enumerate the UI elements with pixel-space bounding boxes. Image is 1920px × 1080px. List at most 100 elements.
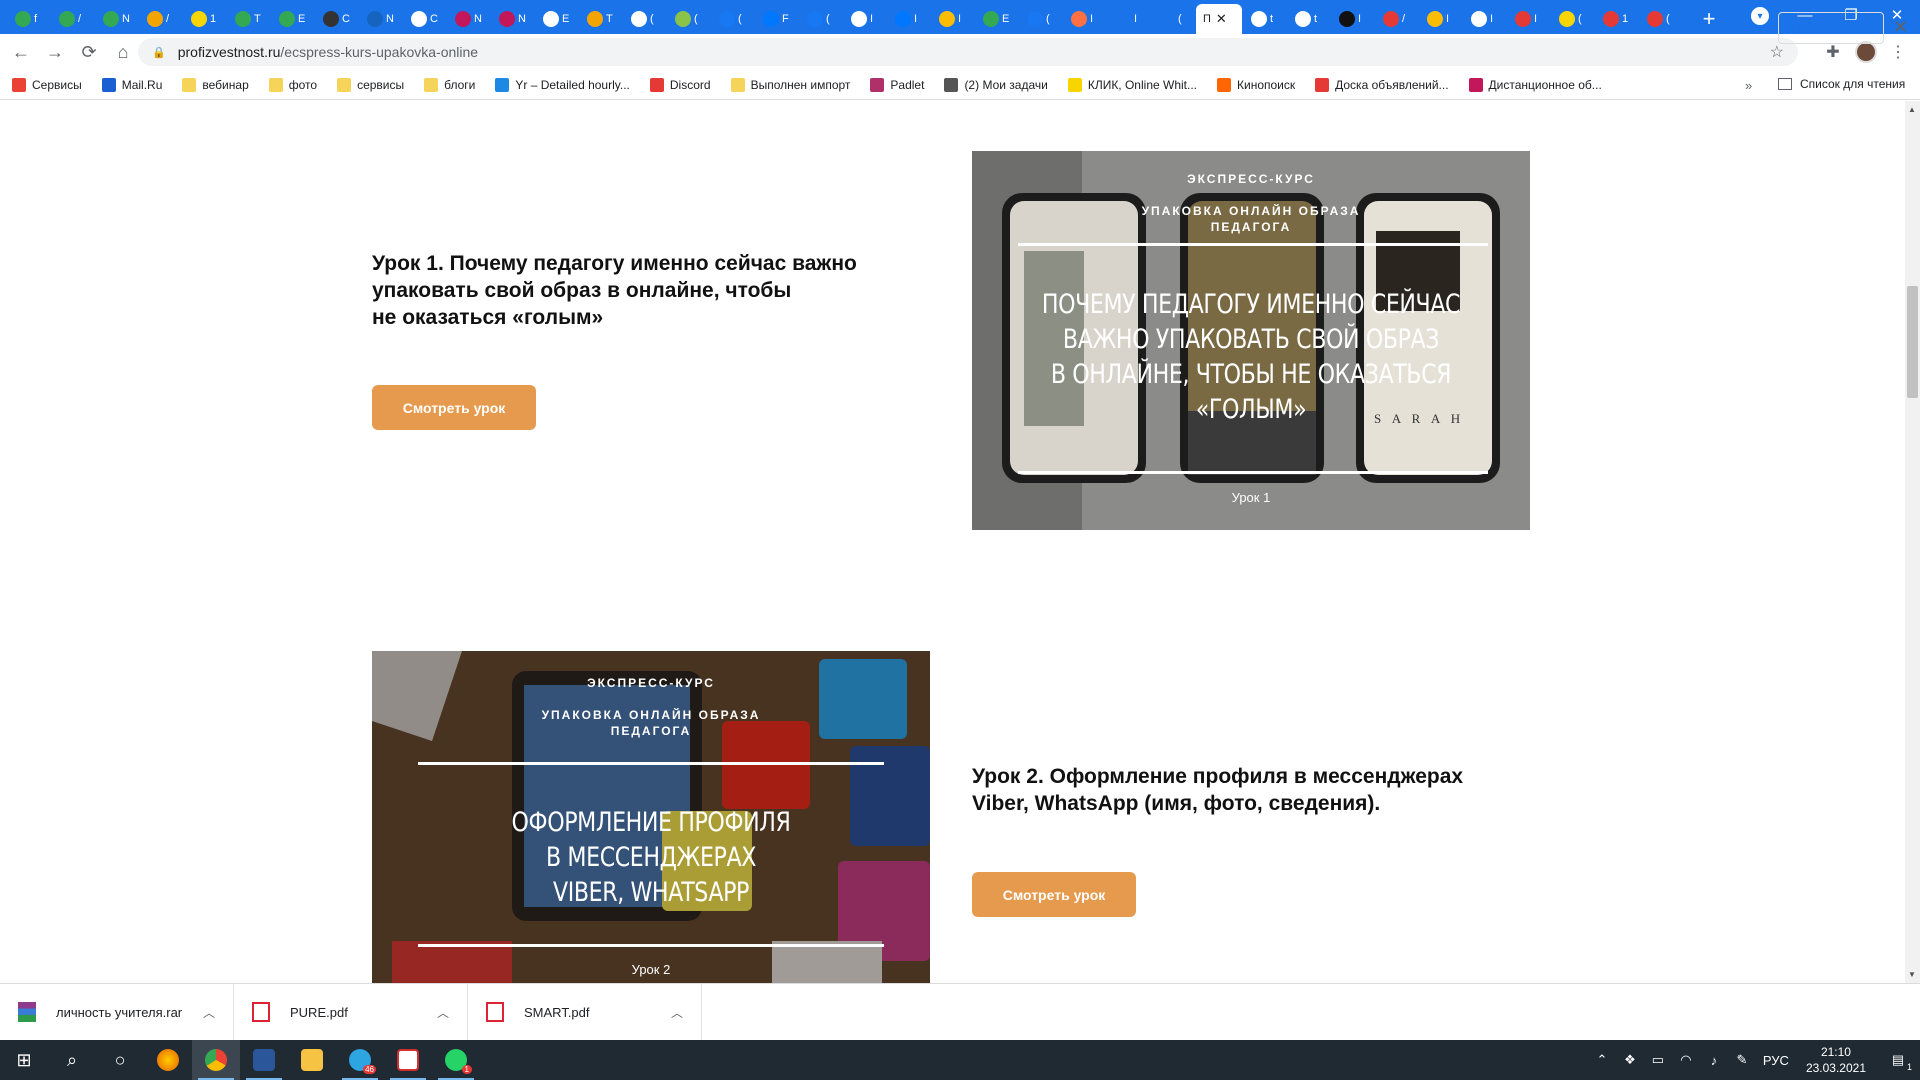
browser-tab[interactable]: C — [404, 4, 446, 34]
reading-list-button[interactable]: Список для чтения — [1778, 77, 1905, 91]
whatsapp-icon[interactable]: 1 — [432, 1040, 480, 1080]
browser-tab[interactable]: I — [1108, 4, 1150, 34]
bookmark-item[interactable]: (2) Мои задачи — [944, 77, 1048, 92]
download-item[interactable]: SMART.pdf ︿ — [468, 983, 702, 1041]
browser-tab[interactable]: T — [228, 4, 270, 34]
browser-tab[interactable]: ( — [668, 4, 710, 34]
extensions-puzzle-icon[interactable]: ✚ — [1823, 42, 1843, 62]
browser-tab[interactable]: E — [272, 4, 314, 34]
bookmark-item[interactable]: сервисы — [337, 77, 404, 92]
chrome-icon[interactable] — [192, 1040, 240, 1080]
browser-tab[interactable]: ( — [624, 4, 666, 34]
browser-tab[interactable]: ( — [1640, 4, 1682, 34]
browser-tab[interactable]: / — [140, 4, 182, 34]
browser-tab[interactable]: N — [96, 4, 138, 34]
close-tab-icon[interactable]: ✕ — [1216, 11, 1227, 27]
browser-tab[interactable]: I — [1464, 4, 1506, 34]
language-indicator[interactable]: РУС — [1756, 1053, 1796, 1068]
scroll-up-arrow-icon[interactable]: ▲ — [1908, 105, 1916, 114]
download-item[interactable]: личность учителя.rar ︿ — [0, 983, 234, 1041]
browser-tab-active[interactable]: П ✕ — [1196, 4, 1242, 34]
browser-tab[interactable]: ( — [1020, 4, 1062, 34]
browser-tab[interactable]: N — [360, 4, 402, 34]
home-button[interactable]: ⌂ — [106, 35, 140, 69]
lock-icon[interactable]: 🔒 — [152, 46, 166, 59]
telegram-icon[interactable]: 46 — [336, 1040, 384, 1080]
browser-tab[interactable]: I — [1064, 4, 1106, 34]
chevron-up-icon[interactable]: ⌃ — [1588, 1052, 1616, 1068]
browser-tab[interactable]: ( — [800, 4, 842, 34]
browser-tab[interactable]: t — [1244, 4, 1286, 34]
clock[interactable]: 21:10 23.03.2021 — [1806, 1044, 1866, 1076]
bookmark-item[interactable]: Сервисы — [12, 77, 82, 92]
browser-tab[interactable]: N — [492, 4, 534, 34]
windows-start-icon[interactable]: ⊞ — [0, 1040, 48, 1080]
browser-tab[interactable]: I — [932, 4, 974, 34]
browser-tab[interactable]: t — [1288, 4, 1330, 34]
browser-tab[interactable]: ( — [712, 4, 754, 34]
address-bar[interactable]: 🔒 profizvestnost.ru/ecspress-kurs-upakov… — [138, 38, 1798, 66]
acrobat-icon[interactable] — [384, 1040, 432, 1080]
browser-tab[interactable]: ( — [1552, 4, 1594, 34]
show-all-downloads-button[interactable]: Показать все — [1778, 12, 1884, 44]
back-button[interactable]: ← — [4, 35, 38, 69]
browser-tab[interactable]: N — [448, 4, 490, 34]
lesson-2-thumbnail[interactable]: ЭКСПРЕСС-КУРС УПАКОВКА ОНЛАЙН ОБРАЗА ПЕД… — [372, 651, 930, 983]
chevron-up-icon[interactable]: ︿ — [437, 1004, 449, 1021]
dropbox-icon[interactable]: ❖ — [1616, 1052, 1644, 1068]
bookmark-item[interactable]: Выполнен импорт — [730, 77, 850, 92]
tab-search-icon[interactable]: ▾ — [1751, 7, 1769, 25]
bookmark-item[interactable]: Дистанционное об... — [1468, 77, 1602, 92]
file-explorer-icon[interactable] — [288, 1040, 336, 1080]
bookmark-item[interactable]: Mail.Ru — [101, 77, 162, 92]
browser-tab[interactable]: 1 — [184, 4, 226, 34]
bookmark-item[interactable]: фото — [268, 77, 317, 92]
browser-tab[interactable]: C — [316, 4, 358, 34]
chevron-up-icon[interactable]: ︿ — [671, 1004, 683, 1021]
browser-tab[interactable]: E — [536, 4, 578, 34]
notifications-icon[interactable]: ▤ 1 — [1876, 1052, 1920, 1072]
lesson-1-watch-button[interactable]: Смотреть урок — [372, 385, 536, 430]
browser-tab[interactable]: / — [1376, 4, 1418, 34]
browser-tab[interactable]: ( — [1152, 4, 1194, 34]
wifi-icon[interactable]: ◠ — [1672, 1052, 1700, 1068]
firefox-icon[interactable] — [144, 1040, 192, 1080]
browser-tab[interactable]: I — [888, 4, 930, 34]
bookmark-item[interactable]: блоги — [424, 77, 475, 92]
browser-tab[interactable]: f — [8, 4, 50, 34]
browser-tab[interactable]: T — [580, 4, 622, 34]
browser-tab[interactable]: I — [1508, 4, 1550, 34]
search-icon[interactable]: ⌕ — [48, 1040, 96, 1080]
forward-button[interactable]: → — [38, 35, 72, 69]
bookmark-star-icon[interactable]: ☆ — [1770, 42, 1784, 62]
browser-tab[interactable]: I — [1332, 4, 1374, 34]
bookmark-item[interactable]: Yr – Detailed hourly... — [495, 77, 630, 92]
bookmark-item[interactable]: Discord — [649, 77, 711, 92]
pen-icon[interactable]: ✎ — [1728, 1052, 1756, 1068]
profile-avatar[interactable] — [1855, 41, 1877, 63]
word-icon[interactable] — [240, 1040, 288, 1080]
scrollbar-thumb[interactable] — [1907, 286, 1918, 398]
browser-tab[interactable]: F — [756, 4, 798, 34]
browser-tab[interactable]: I — [1420, 4, 1462, 34]
menu-kebab-icon[interactable]: ⋮ — [1888, 42, 1908, 62]
chevron-up-icon[interactable]: ︿ — [203, 1004, 215, 1021]
close-downloads-icon[interactable]: ✕ — [1893, 17, 1908, 38]
bookmarks-overflow-button[interactable]: » — [1745, 78, 1752, 93]
new-tab-button[interactable]: + — [1694, 4, 1724, 34]
bookmark-item[interactable]: Padlet — [870, 77, 924, 92]
bookmark-item[interactable]: вебинар — [182, 77, 249, 92]
lesson-2-watch-button[interactable]: Смотреть урок — [972, 872, 1136, 917]
browser-tab[interactable]: I — [844, 4, 886, 34]
lesson-1-thumbnail[interactable]: ЭКСПРЕСС-КУРС УПАКОВКА ОНЛАЙН ОБРАЗА ПЕД… — [972, 151, 1530, 530]
reload-button[interactable]: ⟳ — [72, 35, 106, 69]
browser-tab[interactable]: E — [976, 4, 1018, 34]
task-view-icon[interactable]: ○ — [96, 1040, 144, 1080]
browser-tab[interactable]: 1 — [1596, 4, 1638, 34]
bookmark-item[interactable]: КЛИК, Online Whit... — [1067, 77, 1197, 92]
bookmark-item[interactable]: Кинопоиск — [1217, 77, 1295, 92]
volume-icon[interactable]: ♪ — [1700, 1053, 1728, 1068]
scroll-down-arrow-icon[interactable]: ▼ — [1908, 970, 1916, 979]
battery-icon[interactable]: ▭ — [1644, 1052, 1672, 1068]
download-item[interactable]: PURE.pdf ︿ — [234, 983, 468, 1041]
